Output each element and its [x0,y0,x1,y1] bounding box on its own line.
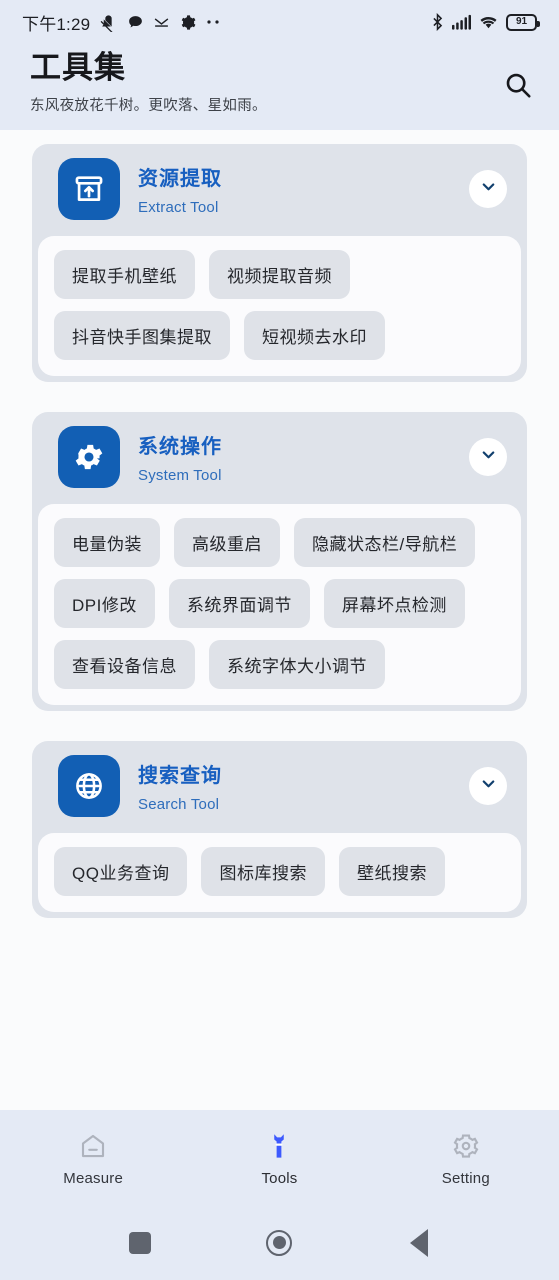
tool-group-header[interactable]: 搜索查询 Search Tool [32,741,527,833]
tool-chip[interactable]: 隐藏状态栏/导航栏 [294,518,476,567]
triangle-back-icon[interactable] [389,1213,449,1273]
bluetooth-icon [430,13,445,31]
tool-group-titles: 系统操作 System Tool [138,430,451,484]
page-header: 工具集 东风夜放花千树。更吹落、星如雨。 [0,44,559,130]
tool-chip[interactable]: 电量伪装 [54,518,160,567]
tool-group-chips: QQ业务查询 图标库搜索 壁纸搜索 [38,833,521,912]
tool-group-titles: 搜索查询 Search Tool [138,759,451,813]
archive-upload-icon [58,158,120,220]
nav-label-tools: Tools [261,1169,298,1187]
gear-icon [179,14,196,31]
wifi-icon [478,14,499,30]
page-subtitle: 东风夜放花千树。更吹落、星如雨。 [30,97,267,114]
gear-icon [451,1129,481,1161]
tool-group-title-cn: 系统操作 [138,436,222,458]
tool-chip[interactable]: 系统字体大小调节 [209,640,385,689]
tool-group-titles: 资源提取 Extract Tool [138,162,451,216]
nav-label-setting: Setting [441,1169,490,1187]
chat-bubble-icon [127,14,144,31]
status-bar-clock: 下午1:29 [22,14,91,34]
tool-chip[interactable]: 提取手机壁纸 [54,250,195,299]
battery-level: 91 [515,16,528,27]
chevron-down-icon [479,445,498,469]
status-bar: 下午1:29 91 [0,0,559,44]
tool-chip[interactable]: DPI修改 [54,579,155,628]
tool-chip[interactable]: 屏幕坏点检测 [323,579,465,628]
nav-label-measure: Measure [63,1169,124,1187]
tool-groups-list[interactable]: 资源提取 Extract Tool 提取手机壁纸 视频提取音频 抖音快手图集提取… [0,130,559,1280]
tool-group-toggle[interactable] [469,170,507,208]
battery-indicator: 91 [506,13,540,31]
tool-chip[interactable]: 系统界面调节 [168,579,310,628]
tool-chip[interactable]: QQ业务查询 [54,847,188,896]
page-title: 工具集 [30,50,126,85]
tool-group-search: 搜索查询 Search Tool QQ业务查询 图标库搜索 壁纸搜索 [32,741,527,918]
status-bar-left: 下午1:29 [22,10,430,35]
more-dots-icon [205,19,223,25]
home-measure-icon [78,1129,108,1161]
status-bar-right: 91 [430,13,540,31]
globe-icon [58,755,120,817]
tool-group-title-en: System Tool [138,467,222,484]
tool-group-header[interactable]: 系统操作 System Tool [32,412,527,504]
tool-chip[interactable]: 高级重启 [174,518,280,567]
nav-item-measure[interactable]: Measure [0,1129,186,1187]
tool-group-title-en: Extract Tool [138,199,219,216]
phone-screen: 下午1:29 91 工具集 东风夜放花千树。更吹落、星如雨。 资源提取 Extr… [0,0,559,1280]
circle-home-icon[interactable] [249,1213,309,1273]
chevron-down-icon [479,177,498,201]
cellular-signal-icon [452,14,471,30]
search-button[interactable] [501,70,535,104]
mute-icon [99,13,118,32]
tool-chip[interactable]: 短视频去水印 [244,311,385,360]
tool-group-chips: 电量伪装 高级重启 隐藏状态栏/导航栏 DPI修改 系统界面调节 屏幕坏点检测 … [38,504,521,705]
wrench-icon [264,1129,294,1161]
tool-group-extract: 资源提取 Extract Tool 提取手机壁纸 视频提取音频 抖音快手图集提取… [32,144,527,382]
square-recents-icon[interactable] [110,1213,170,1273]
bottom-navigation: Measure Tools Setting [0,1110,559,1205]
tool-chip[interactable]: 查看设备信息 [54,640,195,689]
tool-chip[interactable]: 视频提取音频 [209,250,350,299]
tool-group-system: 系统操作 System Tool 电量伪装 高级重启 隐藏状态栏/导航栏 DPI… [32,412,527,711]
tool-group-title-cn: 资源提取 [138,168,222,190]
tool-chip[interactable]: 壁纸搜索 [338,847,445,896]
check-mail-icon [153,14,170,31]
chevron-down-icon [479,774,498,798]
tool-group-chips: 提取手机壁纸 视频提取音频 抖音快手图集提取 短视频去水印 [38,236,521,376]
tool-group-header[interactable]: 资源提取 Extract Tool [32,144,527,236]
tool-group-title-en: Search Tool [138,796,220,813]
nav-item-setting[interactable]: Setting [373,1129,559,1187]
tool-group-title-cn: 搜索查询 [138,765,222,787]
tool-group-toggle[interactable] [469,767,507,805]
tool-chip[interactable]: 图标库搜索 [201,847,325,896]
tool-chip[interactable]: 抖音快手图集提取 [54,311,230,360]
nav-item-tools[interactable]: Tools [186,1129,372,1187]
gear-icon [58,426,120,488]
system-navigation-bar [0,1205,559,1280]
tool-group-toggle[interactable] [469,438,507,476]
header-text-block: 工具集 东风夜放花千树。更吹落、星如雨。 [30,48,267,115]
search-icon [503,70,533,105]
